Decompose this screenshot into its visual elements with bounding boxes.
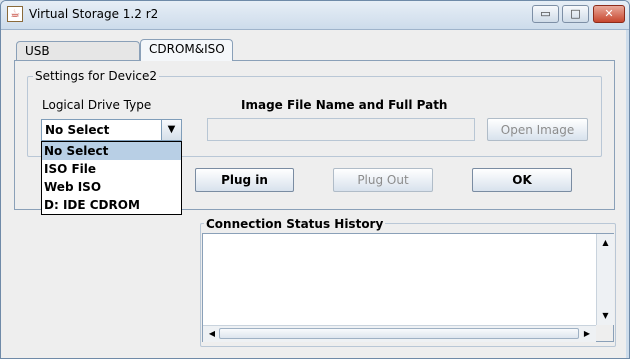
plug-out-button[interactable]: Plug Out xyxy=(333,168,433,192)
minimize-button[interactable]: ▭ xyxy=(532,5,559,23)
status-history-title: Connection Status History xyxy=(204,217,386,231)
ok-button[interactable]: OK xyxy=(472,168,572,192)
drive-type-select[interactable]: No Select ▼ xyxy=(41,119,182,141)
settings-group-title: Settings for Device2 xyxy=(33,69,160,83)
vertical-scrollbar[interactable]: ▲ ▼ xyxy=(596,234,614,325)
maximize-icon: □ xyxy=(570,7,581,20)
chevron-down-icon[interactable]: ▼ xyxy=(161,120,181,140)
scroll-up-icon[interactable]: ▲ xyxy=(599,236,612,250)
dropdown-option-web-iso[interactable]: Web ISO xyxy=(42,178,181,196)
scrollbar-corner xyxy=(596,325,613,341)
dropdown-option-ide-cdrom[interactable]: D: IDE CDROM xyxy=(42,196,181,214)
app-window: ☕ Virtual Storage 1.2 r2 ▭ □ ✕ USB Flopp… xyxy=(0,0,630,359)
scroll-right-icon[interactable]: ▶ xyxy=(580,327,594,341)
java-cup-icon: ☕ xyxy=(7,6,23,22)
dropdown-option-no-select[interactable]: No Select xyxy=(42,142,181,160)
window-title: Virtual Storage 1.2 r2 xyxy=(29,7,159,21)
image-path-label: Image File Name and Full Path xyxy=(241,98,448,112)
scroll-left-icon[interactable]: ◀ xyxy=(205,327,219,341)
drive-type-dropdown: No Select ISO File Web ISO D: IDE CDROM xyxy=(41,141,182,215)
dropdown-option-iso-file[interactable]: ISO File xyxy=(42,160,181,178)
horizontal-scroll-thumb[interactable] xyxy=(219,328,579,339)
image-path-field xyxy=(207,118,475,141)
maximize-button[interactable]: □ xyxy=(562,5,589,23)
tab-usb-floppy-flash[interactable]: USB Floppy&Flash xyxy=(16,41,140,76)
drive-type-label: Logical Drive Type xyxy=(42,98,152,112)
close-button[interactable]: ✕ xyxy=(593,5,625,23)
window-right-border xyxy=(626,30,629,358)
close-icon: ✕ xyxy=(604,7,614,20)
plug-in-button[interactable]: Plug in xyxy=(195,168,294,192)
horizontal-scrollbar[interactable]: ◀ ▶ xyxy=(203,325,596,342)
open-image-button[interactable]: Open Image xyxy=(487,118,588,141)
drive-type-value: No Select xyxy=(45,123,110,137)
title-bar[interactable]: ☕ Virtual Storage 1.2 r2 ▭ □ ✕ xyxy=(1,1,629,30)
tab-cdrom-iso[interactable]: CDROM&ISO xyxy=(140,39,233,61)
scroll-down-icon[interactable]: ▼ xyxy=(599,309,612,323)
minimize-icon: ▭ xyxy=(540,7,551,20)
